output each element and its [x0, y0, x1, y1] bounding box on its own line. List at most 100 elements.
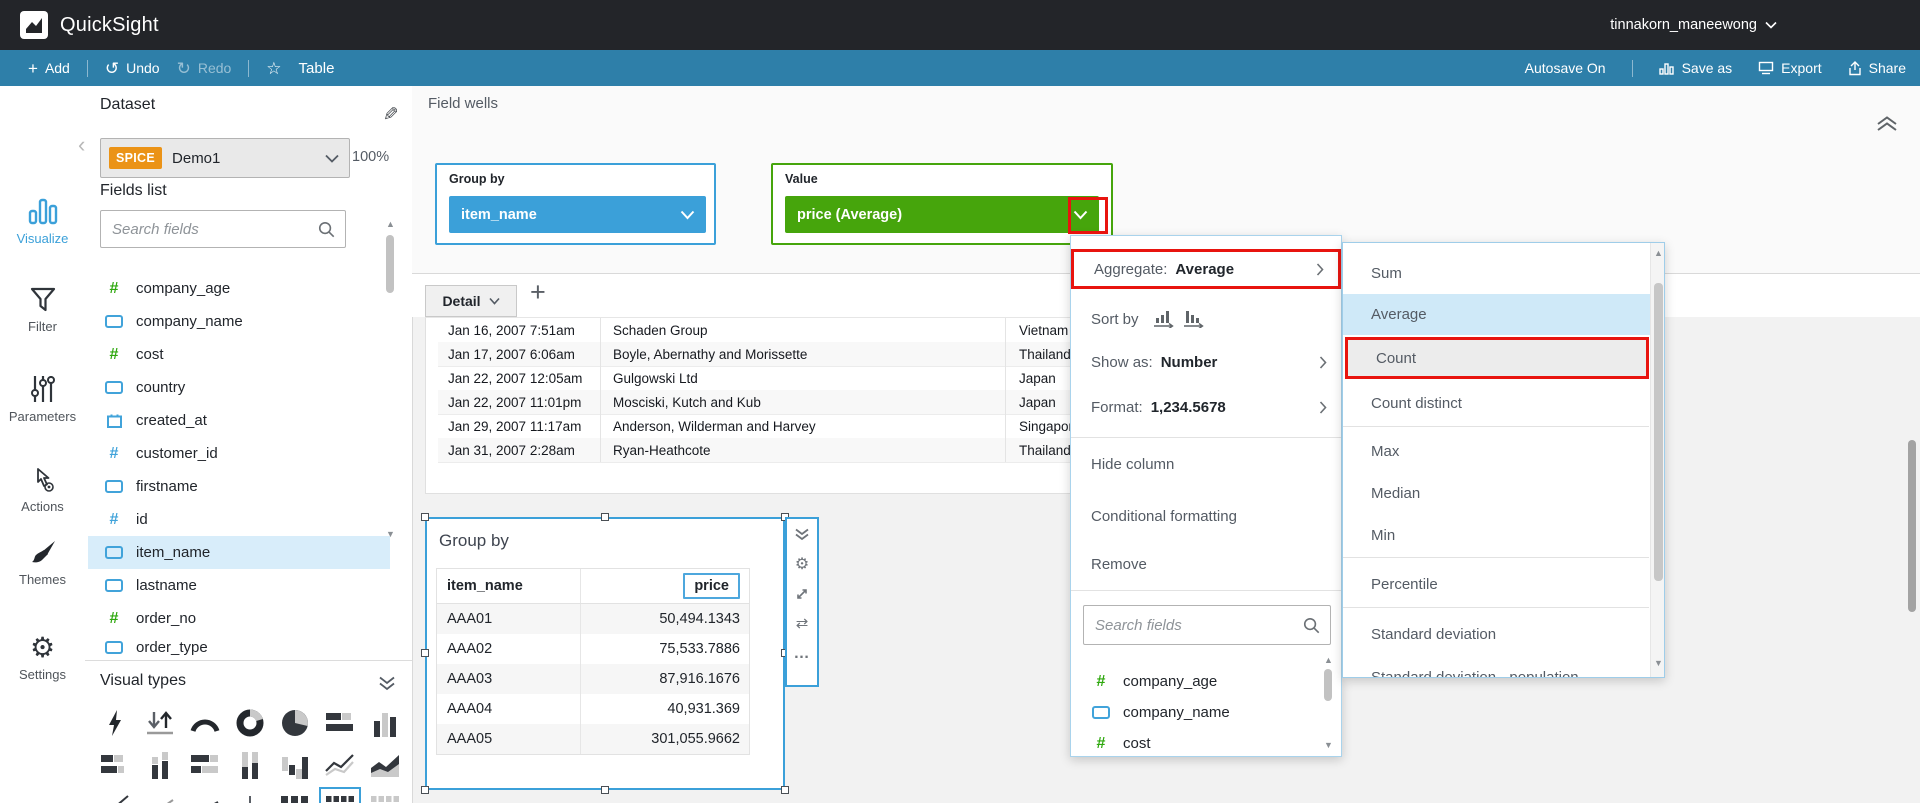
sidebar-item-visualize[interactable]: Visualize [0, 198, 85, 246]
visual-type-pivot-icon[interactable] [367, 790, 403, 803]
visual-type-table-icon[interactable] [319, 787, 361, 803]
field-item-cost[interactable]: # cost [88, 338, 390, 371]
scroll-down-icon[interactable]: ▼ [386, 530, 395, 539]
collapse-up-double-chevron-icon[interactable] [1876, 116, 1898, 132]
submenu-item-max[interactable]: Max [1343, 431, 1664, 471]
scrollbar-thumb[interactable] [1654, 283, 1663, 581]
analysis-title-input[interactable]: Table [299, 60, 335, 77]
scrollbar-thumb[interactable] [386, 235, 394, 293]
submenu-item-min[interactable]: Min [1343, 515, 1664, 555]
visual-type-vbar100-icon[interactable] [232, 748, 268, 782]
menu-item-remove[interactable]: Remove [1071, 548, 1341, 580]
collapse-double-chevron-icon[interactable] [794, 528, 810, 541]
visual-type-vbar-icon[interactable] [367, 706, 403, 740]
submenu-item-count[interactable]: Count [1345, 337, 1649, 379]
sidebar-item-actions[interactable]: Actions [0, 466, 85, 514]
visual-type-pie-icon[interactable] [277, 706, 313, 740]
sheet-tab-detail[interactable]: Detail [425, 285, 517, 317]
table-row[interactable]: AAA05 301,055.9662 [437, 724, 749, 754]
edit-dataset-pencil-icon[interactable]: ✎ [377, 106, 400, 122]
scroll-up-icon[interactable]: ▲ [1324, 656, 1333, 665]
visual-type-area-icon[interactable] [367, 748, 403, 782]
menu-field-item-company_age[interactable]: # company_age [1071, 666, 1321, 697]
add-button[interactable]: + Add [28, 60, 70, 77]
field-item-order_type[interactable]: order_type [88, 635, 390, 660]
field-item-country[interactable]: country [88, 371, 390, 404]
add-sheet-button[interactable]: + [530, 277, 546, 308]
column-header-item_name[interactable]: item_name [437, 569, 581, 603]
value-field-pill[interactable]: price (Average) [785, 196, 1099, 233]
visual-type-donut-icon[interactable] [232, 706, 268, 740]
menu-item-aggregate[interactable]: Aggregate: Average [1071, 249, 1341, 289]
brand[interactable]: QuickSight [20, 11, 159, 39]
visual-type-icon[interactable] [187, 790, 223, 803]
undo-button[interactable]: ↺ Undo [105, 60, 160, 77]
visual-type-gauge-icon[interactable] [187, 706, 223, 740]
field-item-firstname[interactable]: firstname [88, 470, 390, 503]
scroll-down-icon[interactable]: ▼ [1654, 659, 1663, 668]
resize-handle[interactable] [601, 513, 609, 521]
scroll-down-icon[interactable]: ▼ [1324, 741, 1333, 750]
resize-handle[interactable] [421, 649, 429, 657]
scroll-up-icon[interactable]: ▲ [386, 220, 395, 229]
resize-handle[interactable] [781, 786, 789, 794]
field-item-company_name[interactable]: company_name [88, 305, 390, 338]
submenu-item-average[interactable]: Average [1343, 294, 1664, 335]
menu-item-hide-column[interactable]: Hide column [1071, 448, 1341, 480]
submenu-item-median[interactable]: Median [1343, 473, 1664, 513]
menu-item-format[interactable]: Format: 1,234.5678 [1071, 391, 1341, 423]
submenu-item-standard-deviation[interactable]: Standard deviation [1343, 612, 1664, 656]
expand-icon[interactable] [795, 587, 809, 601]
field-item-item_name[interactable]: item_name [88, 536, 390, 569]
visual-type-stacked-hbar-icon[interactable] [97, 748, 133, 782]
submenu-scrollbar[interactable]: ▲ ▼ [1650, 243, 1664, 677]
visual-type-hbar100-icon[interactable] [187, 748, 223, 782]
fields-search-input[interactable] [101, 220, 317, 238]
visual-type-insights-icon[interactable] [97, 706, 133, 740]
field-item-company_age[interactable]: # company_age [88, 272, 390, 305]
sidebar-item-themes[interactable]: Themes [0, 539, 85, 587]
resize-handle[interactable] [421, 513, 429, 521]
menu-field-item-cost[interactable]: # cost [1071, 728, 1321, 759]
visual-type-icon[interactable] [142, 790, 178, 803]
resize-handle[interactable] [601, 786, 609, 794]
submenu-item-standard-deviation-population[interactable]: Standard deviation - population [1343, 657, 1664, 678]
groupby-field-pill[interactable]: item_name [449, 196, 706, 233]
fields-scrollbar[interactable]: ▲ [386, 220, 395, 293]
column-header-price[interactable]: price [581, 569, 749, 603]
page-scrollbar-thumb[interactable] [1908, 440, 1916, 612]
visual-type-stacked-vbar-icon[interactable] [142, 748, 178, 782]
favorite-star-button[interactable]: ☆ [266, 60, 281, 77]
visual-type-line-icon[interactable] [322, 748, 358, 782]
collapse-double-chevron-icon[interactable] [378, 676, 396, 691]
table-row[interactable]: AAA02 75,533.7886 [437, 634, 749, 664]
user-menu[interactable]: tinnakorn_maneewong [1610, 0, 1777, 50]
more-options-icon[interactable]: … [794, 645, 811, 663]
redo-button[interactable]: ↻ Redo [177, 60, 232, 77]
menu-item-conditional-formatting[interactable]: Conditional formatting [1071, 500, 1341, 532]
field-item-lastname[interactable]: lastname [88, 569, 390, 602]
sort-ascending-icon[interactable] [1153, 310, 1175, 328]
visual-type-icon[interactable] [97, 790, 133, 803]
sidebar-item-parameters[interactable]: Parameters [0, 374, 85, 424]
menu-fields-scrollbar[interactable]: ▲ [1324, 656, 1334, 701]
menu-fields-search-input[interactable] [1084, 616, 1302, 634]
visual-type-icon[interactable] [232, 790, 268, 803]
table-row[interactable]: AAA03 87,916.1676 [437, 664, 749, 694]
sidebar-item-filter[interactable]: Filter [0, 286, 85, 334]
scrollbar-thumb[interactable] [1324, 669, 1332, 701]
panel-collapse-handle[interactable]: ‹ [78, 132, 85, 158]
groupby-visual[interactable]: Group by item_name price AAA01 50,494.134… [425, 517, 785, 790]
table-row[interactable]: AAA01 50,494.1343 [437, 604, 749, 634]
visual-type-hbar-icon[interactable] [322, 706, 358, 740]
menu-field-item-company_name[interactable]: company_name [1071, 697, 1321, 728]
scroll-up-icon[interactable]: ▲ [1654, 249, 1663, 258]
field-item-created_at[interactable]: created_at [88, 404, 390, 437]
chevron-down-icon[interactable] [1073, 210, 1088, 220]
visual-type-heatmap-icon[interactable] [277, 790, 313, 803]
swap-axes-icon[interactable]: ⇄ [796, 614, 809, 632]
save-as-button[interactable]: Save as [1658, 60, 1732, 76]
sidebar-item-settings[interactable]: ⚙ Settings [0, 634, 85, 683]
field-item-order_no[interactable]: # order_no [88, 602, 390, 635]
field-item-id[interactable]: # id [88, 503, 390, 536]
